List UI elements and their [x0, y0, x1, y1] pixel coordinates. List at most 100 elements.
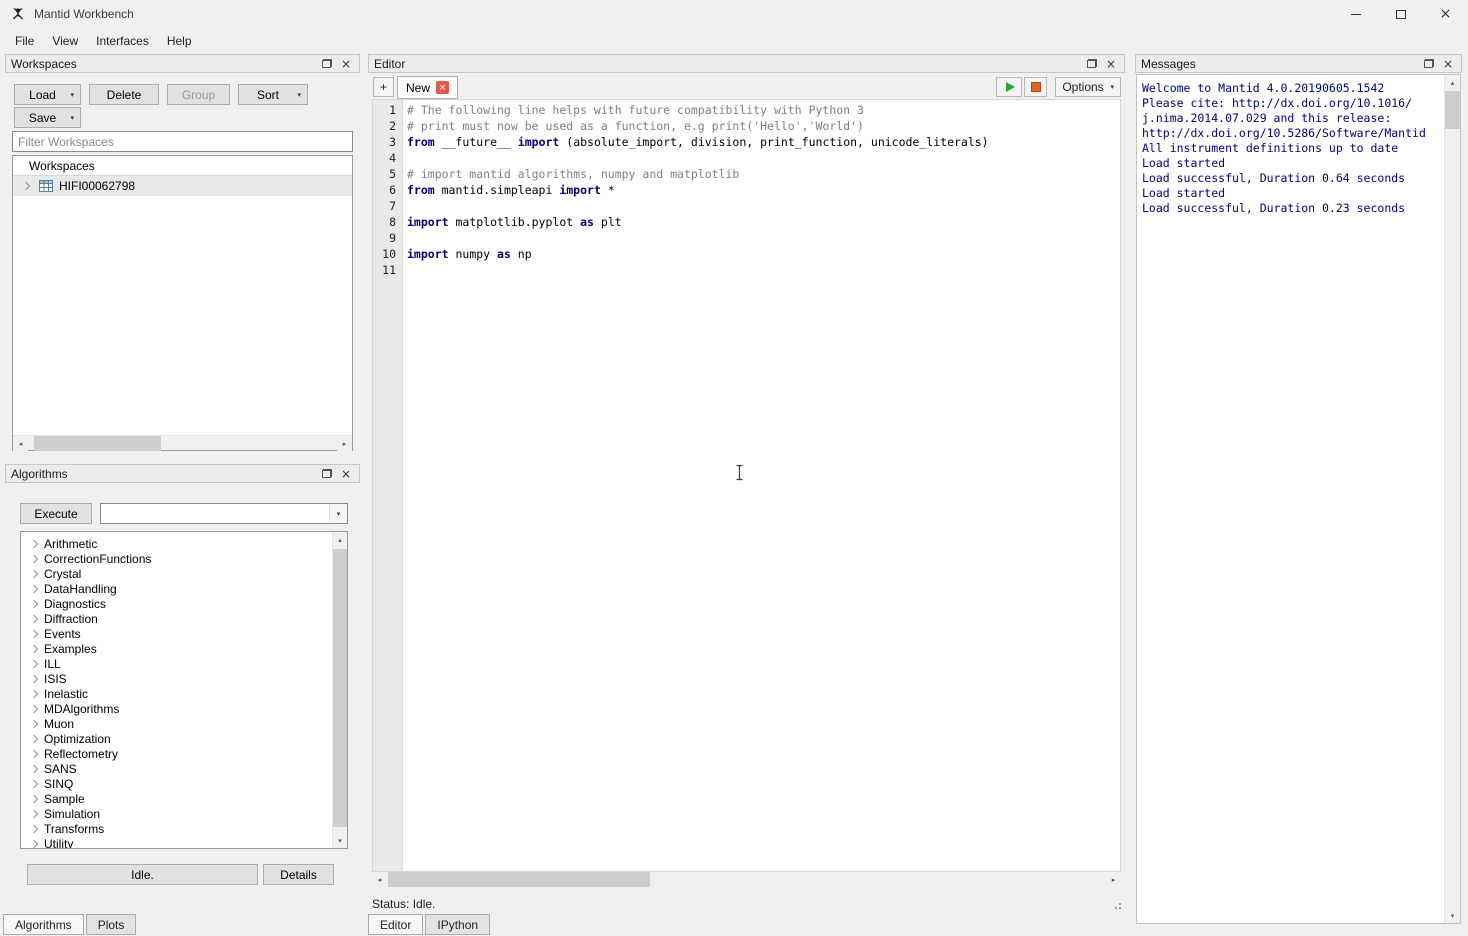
menu-view[interactable]: View	[43, 30, 87, 52]
algorithm-category-row[interactable]: Diffraction	[21, 611, 331, 626]
algorithms-vscrollbar[interactable]: ▴ ▾	[332, 532, 347, 848]
load-button[interactable]: Load ▾	[14, 84, 81, 105]
minimize-button[interactable]	[1333, 0, 1378, 28]
workspaces-hscrollbar[interactable]: ◂ ▸	[13, 435, 352, 450]
expand-chevron-icon[interactable]	[21, 181, 31, 191]
algorithm-category-row[interactable]: Optimization	[21, 731, 331, 746]
expand-chevron-icon[interactable]	[29, 719, 39, 729]
delete-button[interactable]: Delete	[89, 84, 159, 105]
code-editor[interactable]: 1# The following line helps with future …	[372, 99, 1121, 872]
algorithm-category-row[interactable]: Transforms	[21, 821, 331, 836]
code-line[interactable]: 6from mantid.simpleapi import *	[373, 182, 1120, 198]
stop-button[interactable]	[1024, 77, 1047, 97]
workspace-item[interactable]: HIFI00062798	[13, 176, 352, 196]
sort-button[interactable]: Sort ▾	[238, 84, 308, 105]
code-line[interactable]: 9	[373, 230, 1120, 246]
editor-panel-titlebar[interactable]: Editor ×	[368, 54, 1125, 73]
expand-chevron-icon[interactable]	[29, 704, 39, 714]
run-button[interactable]	[996, 77, 1022, 97]
maximize-button[interactable]	[1378, 0, 1423, 28]
size-grip[interactable]	[1112, 900, 1122, 910]
expand-chevron-icon[interactable]	[29, 629, 39, 639]
menu-file[interactable]: File	[6, 30, 43, 52]
algorithm-category-row[interactable]: Utility	[21, 836, 331, 849]
algorithm-category-row[interactable]: Simulation	[21, 806, 331, 821]
algorithm-category-row[interactable]: Events	[21, 626, 331, 641]
execute-button[interactable]: Execute	[20, 503, 92, 524]
messages-close-button[interactable]: ×	[1440, 57, 1456, 71]
scrollbar-thumb[interactable]	[333, 549, 347, 827]
algorithm-category-row[interactable]: Inelastic	[21, 686, 331, 701]
code-line[interactable]: 4	[373, 150, 1120, 166]
tab-algorithms[interactable]: Algorithms	[3, 914, 84, 935]
expand-chevron-icon[interactable]	[29, 584, 39, 594]
algorithm-category-row[interactable]: MDAlgorithms	[21, 701, 331, 716]
workspaces-panel-titlebar[interactable]: Workspaces ×	[5, 54, 360, 73]
expand-chevron-icon[interactable]	[29, 809, 39, 819]
scroll-right-button[interactable]: ▸	[1106, 872, 1121, 887]
messages-log[interactable]: Welcome to Mantid 4.0.20190605.1542Pleas…	[1136, 74, 1461, 924]
expand-chevron-icon[interactable]	[29, 599, 39, 609]
expand-chevron-icon[interactable]	[29, 659, 39, 669]
scroll-up-button[interactable]: ▴	[1445, 75, 1460, 90]
workspaces-float-button[interactable]	[319, 57, 335, 71]
workspaces-close-button[interactable]: ×	[338, 57, 354, 71]
expand-chevron-icon[interactable]	[29, 824, 39, 834]
group-button[interactable]: Group	[167, 84, 230, 105]
editor-tab-new[interactable]: New ×	[397, 76, 458, 99]
scrollbar-thumb[interactable]	[1445, 91, 1460, 129]
algorithms-float-button[interactable]	[319, 467, 335, 481]
editor-close-button[interactable]: ×	[1103, 57, 1119, 71]
expand-chevron-icon[interactable]	[29, 779, 39, 789]
scroll-up-button[interactable]: ▴	[333, 532, 347, 547]
algorithm-category-row[interactable]: Examples	[21, 641, 331, 656]
menu-help[interactable]: Help	[158, 30, 201, 52]
code-line[interactable]: 2# print must now be used as a function,…	[373, 118, 1120, 134]
messages-panel-titlebar[interactable]: Messages ×	[1135, 54, 1462, 73]
algorithm-category-row[interactable]: Reflectometry	[21, 746, 331, 761]
tab-plots[interactable]: Plots	[86, 914, 137, 935]
editor-hscrollbar[interactable]: ◂ ▸	[372, 872, 1121, 887]
options-button[interactable]: Options ▾	[1055, 77, 1121, 97]
algorithm-category-row[interactable]: Diagnostics	[21, 596, 331, 611]
code-line[interactable]: 1# The following line helps with future …	[373, 102, 1120, 118]
window-titlebar[interactable]: Mantid Workbench ×	[0, 0, 1468, 28]
expand-chevron-icon[interactable]	[29, 689, 39, 699]
code-line[interactable]: 10import numpy as np	[373, 246, 1120, 262]
close-button[interactable]: ×	[1423, 0, 1468, 28]
new-script-button[interactable]: +	[373, 77, 394, 97]
code-line[interactable]: 7	[373, 198, 1120, 214]
expand-chevron-icon[interactable]	[29, 749, 39, 759]
messages-float-button[interactable]	[1421, 57, 1437, 71]
scroll-left-button[interactable]: ◂	[13, 436, 28, 451]
expand-chevron-icon[interactable]	[29, 734, 39, 744]
scrollbar-thumb[interactable]	[388, 872, 650, 887]
algorithm-category-row[interactable]: SANS	[21, 761, 331, 776]
algorithm-category-row[interactable]: Crystal	[21, 566, 331, 581]
combobox-dropdown-arrow-icon[interactable]: ▾	[329, 504, 347, 523]
tab-close-icon[interactable]: ×	[436, 81, 449, 94]
scrollbar-thumb[interactable]	[34, 436, 161, 451]
expand-chevron-icon[interactable]	[29, 569, 39, 579]
scroll-right-button[interactable]: ▸	[337, 436, 352, 451]
algorithm-category-row[interactable]: ILL	[21, 656, 331, 671]
expand-chevron-icon[interactable]	[29, 674, 39, 684]
algorithm-category-row[interactable]: Sample	[21, 791, 331, 806]
algorithm-category-row[interactable]: ISIS	[21, 671, 331, 686]
algorithms-panel-titlebar[interactable]: Algorithms ×	[5, 464, 360, 483]
algorithm-category-row[interactable]: Arithmetic	[21, 536, 331, 551]
details-button[interactable]: Details	[263, 864, 334, 885]
expand-chevron-icon[interactable]	[29, 539, 39, 549]
expand-chevron-icon[interactable]	[29, 839, 39, 849]
algorithm-progress-button[interactable]: Idle.	[27, 864, 258, 885]
code-line[interactable]: 5# import mantid algorithms, numpy and m…	[373, 166, 1120, 182]
scroll-down-button[interactable]: ▾	[1445, 908, 1460, 923]
editor-float-button[interactable]	[1084, 57, 1100, 71]
menu-interfaces[interactable]: Interfaces	[87, 30, 158, 52]
messages-vscrollbar[interactable]: ▴ ▾	[1444, 75, 1460, 923]
algorithm-category-row[interactable]: CorrectionFunctions	[21, 551, 331, 566]
expand-chevron-icon[interactable]	[29, 794, 39, 804]
code-line[interactable]: 3from __future__ import (absolute_import…	[373, 134, 1120, 150]
algorithm-category-row[interactable]: DataHandling	[21, 581, 331, 596]
algorithms-close-button[interactable]: ×	[338, 467, 354, 481]
